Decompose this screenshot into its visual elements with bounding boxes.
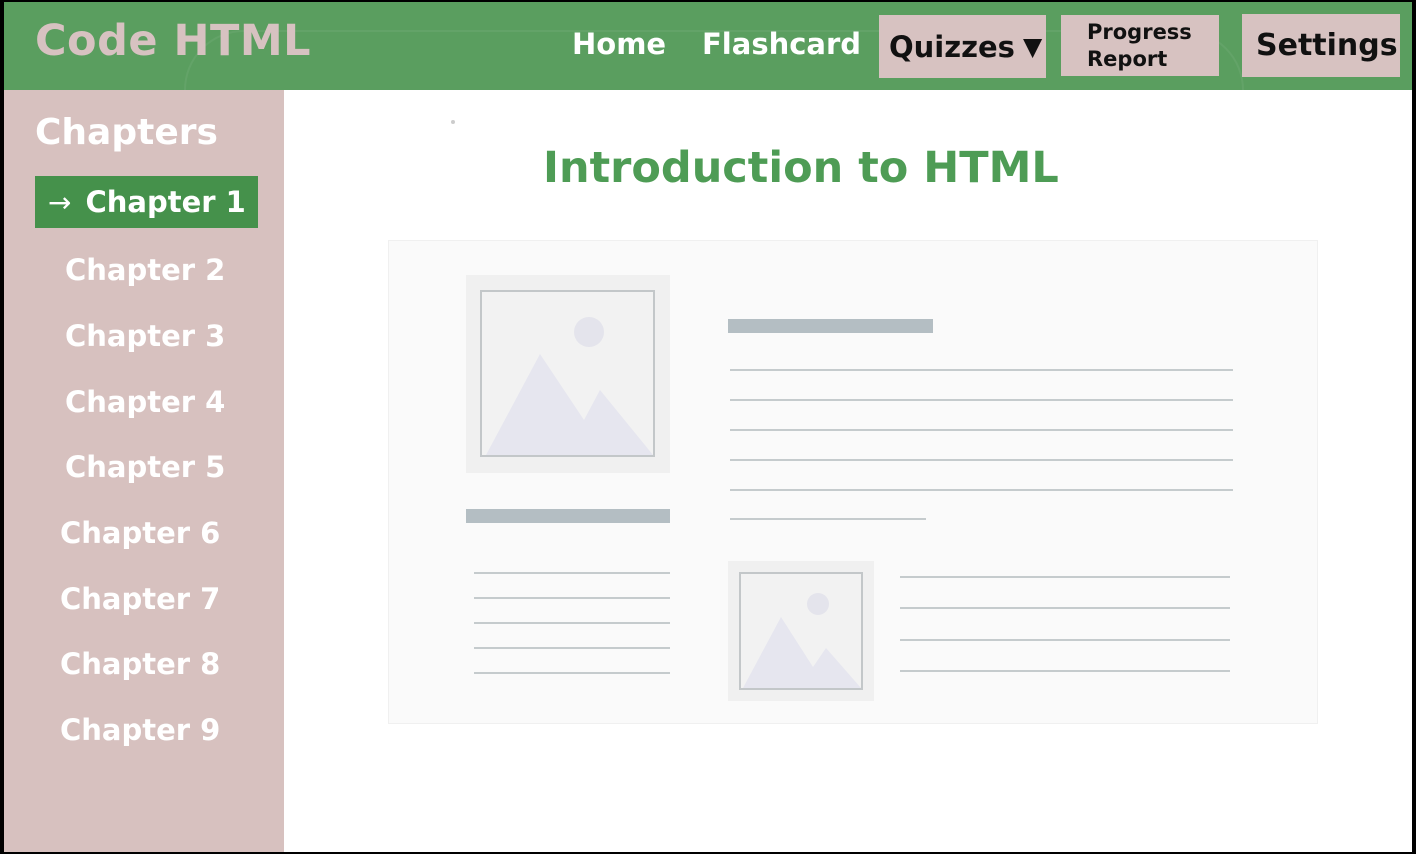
progress-report-button[interactable]: Progress Report [1061, 15, 1219, 76]
app-logo[interactable]: Code HTML [35, 16, 311, 66]
text-line-placeholder [474, 672, 670, 674]
content-placeholder [388, 240, 1318, 724]
decorative-dot [451, 120, 455, 124]
text-line-placeholder [900, 639, 1230, 641]
sidebar-item-chapter-2[interactable]: Chapter 2 [65, 253, 225, 287]
sidebar-item-chapter-1[interactable]: → Chapter 1 [35, 176, 258, 228]
mountain-image-icon [486, 317, 653, 455]
sidebar-item-chapter-6[interactable]: Chapter 6 [60, 516, 220, 550]
chapters-sidebar: Chapters → Chapter 1 Chapter 2 Chapter 3… [4, 90, 284, 852]
text-line-placeholder [474, 597, 670, 599]
sidebar-item-chapter-4[interactable]: Chapter 4 [65, 385, 225, 419]
text-line-placeholder [730, 369, 1233, 371]
progress-report-label: Progress Report [1087, 19, 1192, 73]
mountain-image-icon [743, 593, 861, 688]
image-placeholder-icon [728, 561, 874, 701]
top-navbar: Code HTML Home Flashcard Quizzes ▼ Progr… [4, 2, 1412, 150]
text-line-placeholder [900, 576, 1230, 578]
nav-flashcard-link[interactable]: Flashcard [702, 27, 861, 61]
sidebar-item-chapter-5[interactable]: Chapter 5 [65, 450, 225, 484]
text-line-placeholder [474, 622, 670, 624]
nav-home-link[interactable]: Home [572, 27, 666, 61]
progress-label-line1: Progress [1087, 19, 1192, 44]
text-line-placeholder [730, 429, 1233, 431]
text-line-placeholder [730, 489, 1233, 491]
sidebar-item-chapter-7[interactable]: Chapter 7 [60, 582, 220, 616]
text-line-placeholder [730, 518, 926, 520]
sidebar-title: Chapters [35, 112, 218, 153]
settings-button[interactable]: Settings [1242, 14, 1400, 77]
sidebar-item-chapter-8[interactable]: Chapter 8 [60, 647, 220, 681]
text-line-placeholder [474, 572, 670, 574]
arrow-right-icon: → [48, 185, 72, 219]
text-line-placeholder [474, 647, 670, 649]
quizzes-dropdown-button[interactable]: Quizzes ▼ [879, 15, 1046, 78]
app-window: Code HTML Home Flashcard Quizzes ▼ Progr… [4, 2, 1412, 852]
sidebar-item-chapter-3[interactable]: Chapter 3 [65, 319, 225, 353]
image-placeholder-icon [466, 275, 670, 473]
text-line-placeholder [730, 399, 1233, 401]
quizzes-label: Quizzes [889, 29, 1015, 64]
progress-label-line2: Report [1087, 46, 1168, 71]
caret-down-icon: ▼ [1022, 32, 1043, 61]
text-heading-placeholder [466, 509, 670, 523]
text-heading-placeholder [728, 319, 933, 333]
text-line-placeholder [730, 459, 1233, 461]
text-line-placeholder [900, 670, 1230, 672]
page-title: Introduction to HTML [543, 143, 1059, 193]
sidebar-item-chapter-9[interactable]: Chapter 9 [60, 713, 220, 747]
text-line-placeholder [900, 607, 1230, 609]
sidebar-item-label: Chapter 1 [85, 185, 246, 219]
